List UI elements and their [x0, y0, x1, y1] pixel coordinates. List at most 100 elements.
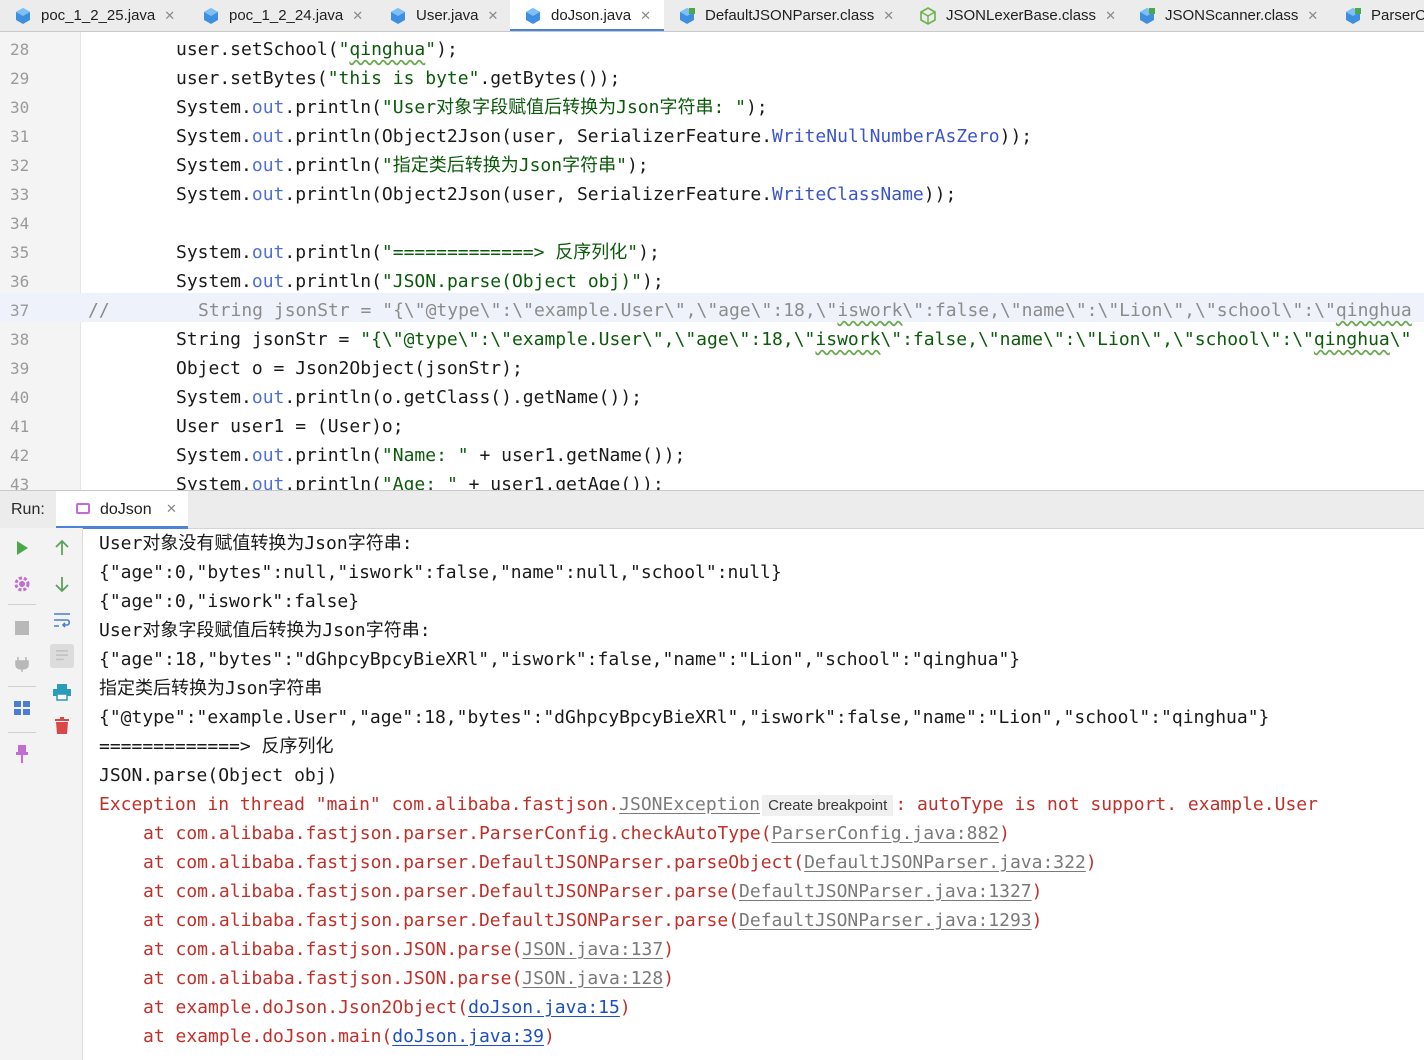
run-tool-window-header: Run: doJson ✕ [0, 490, 1424, 529]
source-link[interactable]: DefaultJSONParser.java:322 [804, 852, 1086, 873]
code-line[interactable]: 35 System.out.println("=============> 反序列… [0, 235, 1424, 264]
code-token: ); [626, 155, 649, 176]
code-token: System. [176, 242, 252, 263]
tab-label: JSONScanner.class [1165, 7, 1299, 24]
source-link[interactable]: doJson.java:15 [468, 997, 620, 1018]
code-line[interactable]: 30 System.out.println("User对象字段赋值后转换为Json… [0, 90, 1424, 119]
source-link[interactable]: JSON.java:128 [522, 968, 663, 989]
tab-poc-1-2-24-java[interactable]: poc_1_2_24.java ✕ [188, 0, 375, 31]
code-token: ); [642, 271, 664, 292]
close-icon[interactable]: ✕ [352, 8, 363, 24]
console-error-line: at com.alibaba.fastjson.parser.DefaultJS… [143, 906, 1042, 935]
code-line[interactable]: 29 user.setBytes("this is byte".getBytes(… [0, 61, 1424, 90]
scroll-to-end-icon[interactable] [50, 644, 74, 668]
tab-label: ParserC [1371, 7, 1424, 24]
console-text: ) [543, 1026, 555, 1047]
run-label: Run: [11, 501, 45, 518]
code-line[interactable]: 42 System.out.println("Name: " + user1.ge… [0, 438, 1424, 467]
compiled-class-icon [678, 7, 696, 25]
create-breakpoint-button[interactable]: Create breakpoint [762, 795, 894, 816]
code-line[interactable]: 40 System.out.println(o.getClass().getNam… [0, 380, 1424, 409]
run-tab-dojson[interactable]: doJson ✕ [56, 491, 188, 529]
source-link[interactable]: ParserConfig.java:882 [772, 823, 1000, 844]
console-text: ) [663, 968, 675, 989]
tab-jsonscanner-class[interactable]: JSONScanner.class ✕ [1124, 0, 1330, 31]
code-token: qinghua [1335, 300, 1412, 321]
code-token: System. [176, 155, 252, 176]
code-line[interactable]: 32 System.out.println("指定类后转换为Json字符串"); [0, 148, 1424, 177]
tab-poc-1-2-25-java[interactable]: poc_1_2_25.java ✕ [0, 0, 188, 31]
console-output-line: User对象没有赋值转换为Json字符串: [99, 529, 413, 558]
code-token: " [338, 39, 350, 60]
code-editor[interactable]: 28 user.setSchool("qinghua"); 29 user.setBy… [0, 32, 1424, 490]
code-token: System. [176, 387, 252, 408]
code-token: out [251, 474, 285, 490]
source-link[interactable]: JSONException [619, 794, 760, 815]
console-text: ) [663, 939, 675, 960]
code-line[interactable]: 28 user.setSchool("qinghua"); [0, 32, 1424, 61]
tab-parserc[interactable]: ParserC [1330, 0, 1424, 31]
code-line[interactable]: 34 [0, 206, 1424, 235]
abstract-class-icon [919, 6, 937, 25]
code-token: .println(o.getClass().getName()); [284, 387, 642, 408]
code-line[interactable]: 39 Object o = Json2Object(jsonStr); [0, 351, 1424, 380]
source-link[interactable]: DefaultJSONParser.java:1327 [739, 881, 1032, 902]
console-text: ) [999, 823, 1010, 844]
console-error-line: at com.alibaba.fastjson.JSON.parse(JSON.… [143, 964, 674, 993]
code-line[interactable]: 33 System.out.println(Object2Json(user, S… [0, 177, 1424, 206]
source-link[interactable]: DefaultJSONParser.java:1293 [739, 910, 1032, 931]
plug-icon[interactable] [10, 652, 34, 676]
down-arrow-icon[interactable] [50, 572, 74, 596]
code-line[interactable]: 31 System.out.println(Object2Json(user, S… [0, 119, 1424, 148]
settings-icon[interactable] [10, 572, 34, 596]
console-error-line: at com.alibaba.fastjson.parser.ParserCon… [143, 819, 1010, 848]
close-icon[interactable]: ✕ [640, 8, 651, 24]
console-text: =============> 反序列化 [99, 736, 334, 757]
code-line[interactable]: 37//String jsonStr = "{\"@type\":\"examp… [0, 293, 1424, 322]
close-icon[interactable]: ✕ [883, 8, 894, 24]
editor-tab-bar: poc_1_2_25.java ✕ poc_1_2_24.java ✕ User.jav… [0, 0, 1424, 32]
console-error-line: at com.alibaba.fastjson.parser.DefaultJS… [143, 877, 1042, 906]
close-icon[interactable]: ✕ [1105, 8, 1116, 24]
tab-user-java[interactable]: User.java ✕ [375, 0, 510, 31]
tab-defaultjsonparser-class[interactable]: DefaultJSONParser.class ✕ [664, 0, 905, 31]
console-text: at com.alibaba.fastjson.parser.DefaultJS… [143, 852, 805, 873]
close-icon[interactable]: ✕ [164, 8, 175, 24]
rerun-icon[interactable] [10, 536, 34, 560]
pin-icon[interactable] [10, 742, 34, 766]
up-arrow-icon[interactable] [50, 536, 74, 560]
code-line[interactable]: 43 System.out.println("Age: " + user1.get… [0, 467, 1424, 490]
close-icon[interactable]: ✕ [1307, 8, 1318, 24]
console-text: ) [1031, 910, 1043, 931]
code-token: .println( [284, 97, 382, 118]
run-config-icon [76, 503, 90, 514]
code-token: ); [436, 39, 458, 60]
close-icon[interactable]: ✕ [166, 501, 177, 517]
code-token: WriteClassName [772, 184, 924, 205]
console-text: {"age":0,"bytes":null,"iswork":false,"na… [99, 562, 782, 583]
code-line[interactable]: 36 System.out.println("JSON.parse(Object … [0, 264, 1424, 293]
print-icon[interactable] [50, 680, 74, 704]
code-token: iswork [837, 300, 903, 321]
close-icon[interactable]: ✕ [488, 8, 499, 24]
run-toolbar [0, 528, 83, 1060]
code-token: .println( [284, 445, 382, 466]
layout-icon[interactable] [10, 696, 34, 720]
source-link[interactable]: JSON.java:137 [522, 939, 663, 960]
soft-wrap-icon[interactable] [50, 608, 74, 632]
tab-jsonlexerbase-class[interactable]: JSONLexerBase.class ✕ [905, 0, 1124, 31]
tab-label: JSONLexerBase.class [946, 7, 1097, 24]
code-line[interactable]: 38 String jsonStr = "{\"@type\":\"example… [0, 322, 1424, 351]
code-line[interactable]: 41 User user1 = (User)o; [0, 409, 1424, 438]
stop-icon[interactable] [10, 616, 34, 640]
code-token: System. [176, 474, 252, 490]
console-text: User对象字段赋值后转换为Json字符串: [99, 620, 431, 641]
tab-dojson-java[interactable]: doJson.java ✕ [510, 0, 664, 31]
code-token: System. [176, 97, 252, 118]
trash-icon[interactable] [50, 714, 74, 738]
source-link[interactable]: doJson.java:39 [392, 1026, 544, 1047]
code-token: ); [638, 242, 660, 263]
console-output[interactable]: User对象没有赋值转换为Json字符串: {"age":0,"bytes":nu… [99, 528, 1419, 1060]
code-token: out [251, 126, 285, 147]
code-token: WriteNullNumberAsZero [772, 126, 1000, 147]
